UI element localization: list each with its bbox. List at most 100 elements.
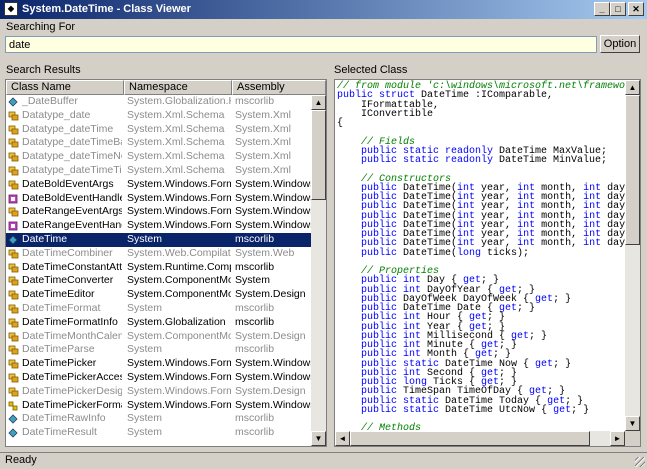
cell-class-name: DateTimeFormatInfo <box>22 315 118 328</box>
cell-namespace: System <box>127 343 163 356</box>
results-list[interactable]: Class Name Namespace Assembly _DateBuffe… <box>5 79 327 447</box>
code-token: { <box>337 118 344 129</box>
table-row[interactable]: DateTimeRawInfo System mscorlib <box>6 412 311 426</box>
table-row[interactable]: Datatype_date System.Xml.Schema System.Xml <box>6 109 311 123</box>
cell-assembly: System.Xml <box>235 136 292 149</box>
source-scroll-right-button[interactable]: ► <box>610 431 625 446</box>
cell-namespace: System.Xml.Schema <box>127 108 225 121</box>
column-header-namespace[interactable]: Namespace <box>124 80 232 95</box>
cell-namespace: System.Windows.Form... <box>127 370 231 383</box>
code-token: ; } <box>553 358 572 370</box>
option-button[interactable]: Option <box>600 35 640 53</box>
table-row[interactable]: DateBoldEventArgs System.Windows.Forms Sys… <box>6 178 311 192</box>
cell-namespace: System.Xml.Schema <box>127 136 225 149</box>
source-scroll-up-button[interactable]: ▲ <box>625 80 640 95</box>
cell-class-name: DateTimeRawInfo <box>22 412 106 425</box>
code-line: IConvertible <box>337 109 627 119</box>
table-row[interactable]: DateTimeResult System mscorlib <box>6 426 311 440</box>
source-hscroll-thumb[interactable] <box>350 431 590 446</box>
class-source-view[interactable]: // from module 'c:\windows\microsoft.net… <box>334 79 641 447</box>
app-icon: ◆ <box>4 2 18 16</box>
results-header: Class Name Namespace Assembly <box>6 80 326 95</box>
column-header-assembly[interactable]: Assembly <box>232 80 326 95</box>
source-horizontal-scrollbar[interactable]: ◄ ► <box>335 431 625 446</box>
cell-assembly: System.Xml <box>235 163 292 176</box>
table-row[interactable]: Datatype_dateTimeNo... System.Xml.Schema S… <box>6 150 311 164</box>
cell-namespace: System.ComponentMo... <box>127 288 231 301</box>
cell-class-name: DateTimeParse <box>22 343 95 356</box>
table-row[interactable]: DateRangeEventArgs System.Windows.Forms Sy… <box>6 205 311 219</box>
minimize-button[interactable]: _ <box>594 2 610 16</box>
code-token: ticks); <box>481 247 530 259</box>
class-icon <box>8 359 19 369</box>
table-row[interactable]: DateTimePickerDesigner System.Windows.For… <box>6 385 311 399</box>
cell-assembly: mscorlib <box>235 343 275 356</box>
source-scroll-down-button[interactable]: ▼ <box>625 416 640 431</box>
scroll-down-button[interactable]: ▼ <box>311 431 326 446</box>
results-vertical-scrollbar[interactable]: ▲ ▼ <box>311 95 326 446</box>
table-row[interactable]: Datatype_dateTime System.Xml.Schema System… <box>6 123 311 137</box>
cell-namespace: System.ComponentModel <box>127 274 231 287</box>
cell-class-name: Datatype_dateTime <box>22 122 114 135</box>
code-line: public DateTime(long ticks); <box>337 247 627 259</box>
code-token: get <box>535 358 554 370</box>
maximize-button[interactable]: □ <box>610 2 626 16</box>
struct-icon <box>8 428 19 438</box>
cell-class-name: DateTimePickerAccessi... <box>22 370 122 383</box>
table-row[interactable]: Datatype_dateTimeBase System.Xml.Schema Sy… <box>6 136 311 150</box>
code-token: int <box>583 238 602 250</box>
table-row[interactable]: DateTimeCombiner System.Web.Compilation Sy… <box>6 247 311 261</box>
cell-assembly: mscorlib <box>235 232 275 245</box>
cell-assembly: mscorlib <box>235 315 275 328</box>
cell-class-name: DateRangeEventHandler <box>22 219 122 232</box>
table-row[interactable]: DateTimeFormat System mscorlib <box>6 302 311 316</box>
cell-namespace: System.Web.Compilation <box>127 246 231 259</box>
source-scroll-left-button[interactable]: ◄ <box>335 431 350 446</box>
cell-class-name: Datatype_dateTimeTi... <box>22 163 122 176</box>
table-row[interactable]: DateTimeMonthCalendar System.ComponentMo.… <box>6 330 311 344</box>
cell-namespace: System <box>127 301 163 314</box>
table-row[interactable]: DateRangeEventHandler System.Windows.Form… <box>6 219 311 233</box>
table-row[interactable]: DateTimeConstantAttri... System.Runtime.C… <box>6 261 311 275</box>
table-row[interactable]: DateTime System mscorlib <box>6 232 311 247</box>
code-line: public static readonly DateTime MinValue… <box>337 156 627 166</box>
column-header-class-name[interactable]: Class Name <box>6 80 124 95</box>
search-input[interactable] <box>5 36 597 53</box>
cell-class-name: Datatype_date <box>22 108 91 121</box>
cell-namespace: System.Globalization <box>127 315 226 328</box>
table-row[interactable]: DateTimePicker System.Windows.Forms System… <box>6 357 311 371</box>
scroll-up-button[interactable]: ▲ <box>311 95 326 110</box>
cell-assembly: System.Windows.Fo <box>235 205 311 218</box>
table-row[interactable]: DateTimeFormatInfo System.Globalization ms… <box>6 316 311 330</box>
table-row[interactable]: DateTimeEditor System.ComponentMo... Syste… <box>6 288 311 302</box>
cell-assembly: mscorlib <box>235 412 275 425</box>
source-vertical-scrollbar[interactable]: ▲ ▼ <box>625 80 640 431</box>
resize-grip-icon[interactable] <box>635 457 645 467</box>
table-row[interactable]: DateTimePickerFormat System.Windows.Forms… <box>6 399 311 413</box>
cell-class-name: Datatype_dateTimeNo... <box>22 150 122 163</box>
cell-namespace: System.Xml.Schema <box>127 122 225 135</box>
close-button[interactable]: ✕ <box>628 2 644 16</box>
class-icon <box>8 125 19 135</box>
table-row[interactable]: DateTimeParse System mscorlib <box>6 343 311 357</box>
results-rows: _DateBuffer System.Globalization.H... msco… <box>6 95 311 440</box>
table-row[interactable]: Datatype_dateTimeTi... System.Xml.Schema S… <box>6 164 311 178</box>
cell-assembly: System.Xml <box>235 108 292 121</box>
table-row[interactable]: DateTimePickerAccessi... System.Windows.F… <box>6 371 311 385</box>
cell-namespace: System.Windows.Forms <box>127 205 231 218</box>
scroll-thumb[interactable] <box>311 110 326 200</box>
table-row[interactable]: DateTimeConverter System.ComponentModel Sy… <box>6 274 311 288</box>
cell-namespace: System.Windows.Forms <box>127 398 231 411</box>
cell-namespace: System <box>127 412 163 425</box>
cell-assembly: System.Web <box>235 246 295 259</box>
status-bar: Ready <box>0 452 647 469</box>
scroll-corner <box>625 431 640 446</box>
search-label: Searching For <box>6 21 76 33</box>
class-icon <box>8 166 19 176</box>
code-token: ; } <box>517 303 536 314</box>
table-row[interactable]: _DateBuffer System.Globalization.H... msco… <box>6 95 311 109</box>
status-text: Ready <box>5 454 37 466</box>
table-row[interactable]: DateBoldEventHandler System.Windows.Forms… <box>6 192 311 206</box>
source-scroll-thumb[interactable] <box>625 95 640 245</box>
cell-namespace: System.Windows.Forms <box>127 357 231 370</box>
